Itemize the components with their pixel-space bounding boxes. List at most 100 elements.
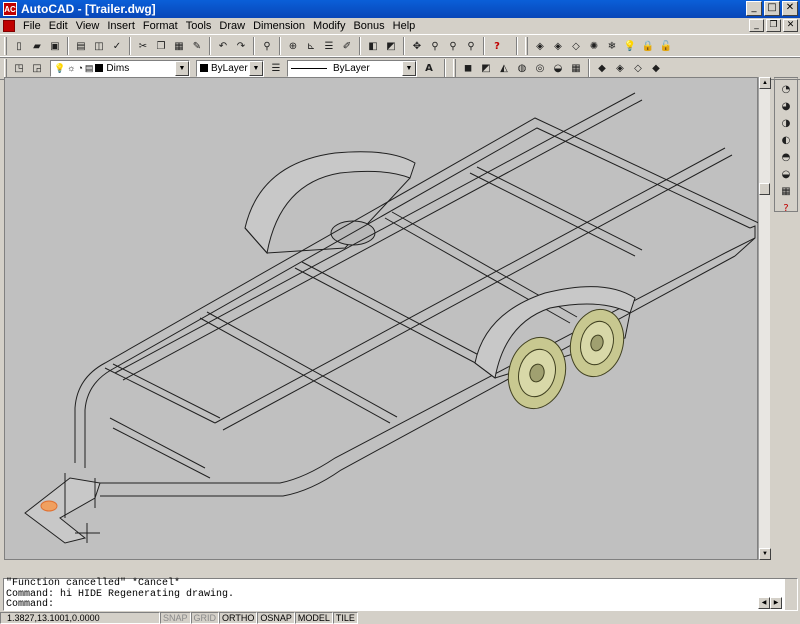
menu-format[interactable]: Format [139, 20, 182, 32]
doc-restore-button[interactable]: ❐ [766, 19, 781, 32]
vertical-scrollbar[interactable]: ▲ ▼ [758, 77, 771, 560]
menu-modify[interactable]: Modify [309, 20, 349, 32]
help-icon[interactable]: ? [777, 200, 795, 216]
xref-icon[interactable]: ◐ [777, 132, 795, 148]
menu-dimension[interactable]: Dimension [249, 20, 309, 32]
scroll-left-button[interactable]: ◀ [758, 597, 770, 609]
menu-bonus[interactable]: Bonus [349, 20, 388, 32]
layer-match-icon[interactable]: ◇ [568, 38, 584, 54]
autocad-app-icon[interactable]: AC [3, 2, 17, 16]
box-icon[interactable]: ◼ [460, 60, 476, 76]
menu-file[interactable]: File [19, 20, 45, 32]
menu-tools[interactable]: Tools [182, 20, 216, 32]
layers-icon[interactable]: ◈ [532, 38, 548, 54]
chevron-down-icon[interactable]: ▼ [402, 60, 416, 76]
toolbar-grip[interactable] [4, 37, 7, 55]
text-style-icon[interactable]: A [421, 60, 437, 76]
tracking-icon[interactable]: ⊕ [285, 38, 301, 54]
help-icon[interactable]: ? [489, 38, 505, 54]
scroll-down-button[interactable]: ▼ [759, 548, 771, 560]
doc-close-button[interactable]: ✕ [783, 19, 798, 32]
3d-views-icon[interactable]: ◩ [383, 38, 399, 54]
shade-gouraud-icon[interactable]: ◈ [612, 60, 628, 76]
mesh-icon[interactable]: ▦ [568, 60, 584, 76]
undo-icon[interactable]: ↶ [215, 38, 231, 54]
attribute-icon[interactable]: ◕ [777, 98, 795, 114]
print-icon[interactable]: ▤ [73, 38, 89, 54]
minimize-button[interactable]: _ [746, 1, 762, 16]
toolbar-grip[interactable] [525, 37, 528, 55]
match-properties-icon[interactable]: ✎ [189, 38, 205, 54]
vertical-scroll-thumb[interactable] [759, 183, 770, 195]
render-icon[interactable]: ◆ [648, 60, 664, 76]
layer-on-icon[interactable]: 💡 [622, 38, 638, 54]
layer-isolate-icon[interactable]: ✺ [586, 38, 602, 54]
shade-edges-icon[interactable]: ◇ [630, 60, 646, 76]
maximize-button[interactable]: □ [764, 1, 780, 16]
scroll-up-button[interactable]: ▲ [759, 77, 771, 89]
doc-minimize-button[interactable]: _ [749, 19, 764, 32]
shade-flat-icon[interactable]: ◆ [594, 60, 610, 76]
wedge-icon[interactable]: ◩ [478, 60, 494, 76]
layer-manager-icon[interactable]: ◲ [29, 60, 45, 76]
zoom-previous-icon[interactable]: ⚲ [463, 38, 479, 54]
drawing-area[interactable] [4, 77, 759, 560]
linetype-dropdown[interactable]: ByLayer ▼ [287, 59, 417, 77]
toolbar-grip[interactable] [453, 59, 456, 77]
menu-edit[interactable]: Edit [45, 20, 72, 32]
zoom-realtime-icon[interactable]: ⚲ [427, 38, 443, 54]
scroll-right-button[interactable]: ▶ [770, 597, 782, 609]
snap-toggle[interactable]: SNAP [160, 611, 191, 624]
sphere-icon[interactable]: ◍ [514, 60, 530, 76]
pan-icon[interactable]: ✥ [409, 38, 425, 54]
ole-icon[interactable]: ◒ [777, 166, 795, 182]
ortho-toggle[interactable]: ORTHO [219, 611, 258, 624]
osnap-toggle[interactable]: OSNAP [257, 611, 295, 624]
paste-icon[interactable]: ▦ [171, 38, 187, 54]
print-preview-icon[interactable]: ◫ [91, 38, 107, 54]
image-icon[interactable]: ◓ [777, 149, 795, 165]
model-toggle[interactable]: MODEL [294, 611, 333, 624]
make-object-layer-current-icon[interactable]: ◳ [11, 60, 27, 76]
distance-icon[interactable]: ☰ [321, 38, 337, 54]
zoom-window-icon[interactable]: ⚲ [445, 38, 461, 54]
spelling-icon[interactable]: ✓ [109, 38, 125, 54]
close-button[interactable]: ✕ [782, 1, 798, 16]
menu-help[interactable]: Help [389, 20, 420, 32]
grid-toggle[interactable]: GRID [190, 611, 220, 624]
table-icon[interactable]: ▦ [777, 183, 795, 199]
open-icon[interactable]: ▰ [29, 38, 45, 54]
layer-dropdown[interactable]: 💡 ☼ ◔ ▤ Dims ▼ [50, 59, 190, 77]
menu-view[interactable]: View [72, 20, 104, 32]
save-icon[interactable]: ▣ [47, 38, 63, 54]
menu-draw[interactable]: Draw [215, 20, 249, 32]
new-icon[interactable]: ▯ [11, 38, 27, 54]
layer-lock-icon[interactable]: 🔒 [640, 38, 656, 54]
redo-icon[interactable]: ↷ [233, 38, 249, 54]
command-scrollbar[interactable] [785, 579, 797, 610]
layer-previous-icon[interactable]: ◈ [550, 38, 566, 54]
tile-toggle[interactable]: TILE [332, 611, 358, 624]
block-icon[interactable]: ◑ [777, 115, 795, 131]
chevron-down-icon[interactable]: ▼ [249, 60, 263, 76]
horizontal-scrollbar[interactable]: ◀ ▶ [5, 597, 782, 610]
menu-insert[interactable]: Insert [103, 20, 139, 32]
named-views-icon[interactable]: ◧ [365, 38, 381, 54]
chevron-down-icon[interactable]: ▼ [175, 60, 189, 76]
layer-freeze-icon[interactable]: ❄ [604, 38, 620, 54]
color-dropdown[interactable]: ByLayer ▼ [196, 59, 264, 77]
coordinate-readout[interactable]: 1.3827,13.1001,0.0000 [0, 611, 160, 624]
toolbar-grip[interactable] [4, 59, 7, 77]
inquiry-icon[interactable]: ◔ [777, 81, 795, 97]
linetype-manager-icon[interactable]: ☰ [268, 60, 284, 76]
hyperlink-icon[interactable]: ⚲ [259, 38, 275, 54]
layer-unlock-icon[interactable]: 🔓 [658, 38, 674, 54]
dish-icon[interactable]: ◒ [550, 60, 566, 76]
copy-icon[interactable]: ❐ [153, 38, 169, 54]
torus-icon[interactable]: ◎ [532, 60, 548, 76]
document-icon[interactable] [3, 20, 15, 32]
ucs-icon[interactable]: ⊾ [303, 38, 319, 54]
cone-icon[interactable]: ◭ [496, 60, 512, 76]
cut-icon[interactable]: ✂ [135, 38, 151, 54]
redraw-icon[interactable]: ✐ [339, 38, 355, 54]
